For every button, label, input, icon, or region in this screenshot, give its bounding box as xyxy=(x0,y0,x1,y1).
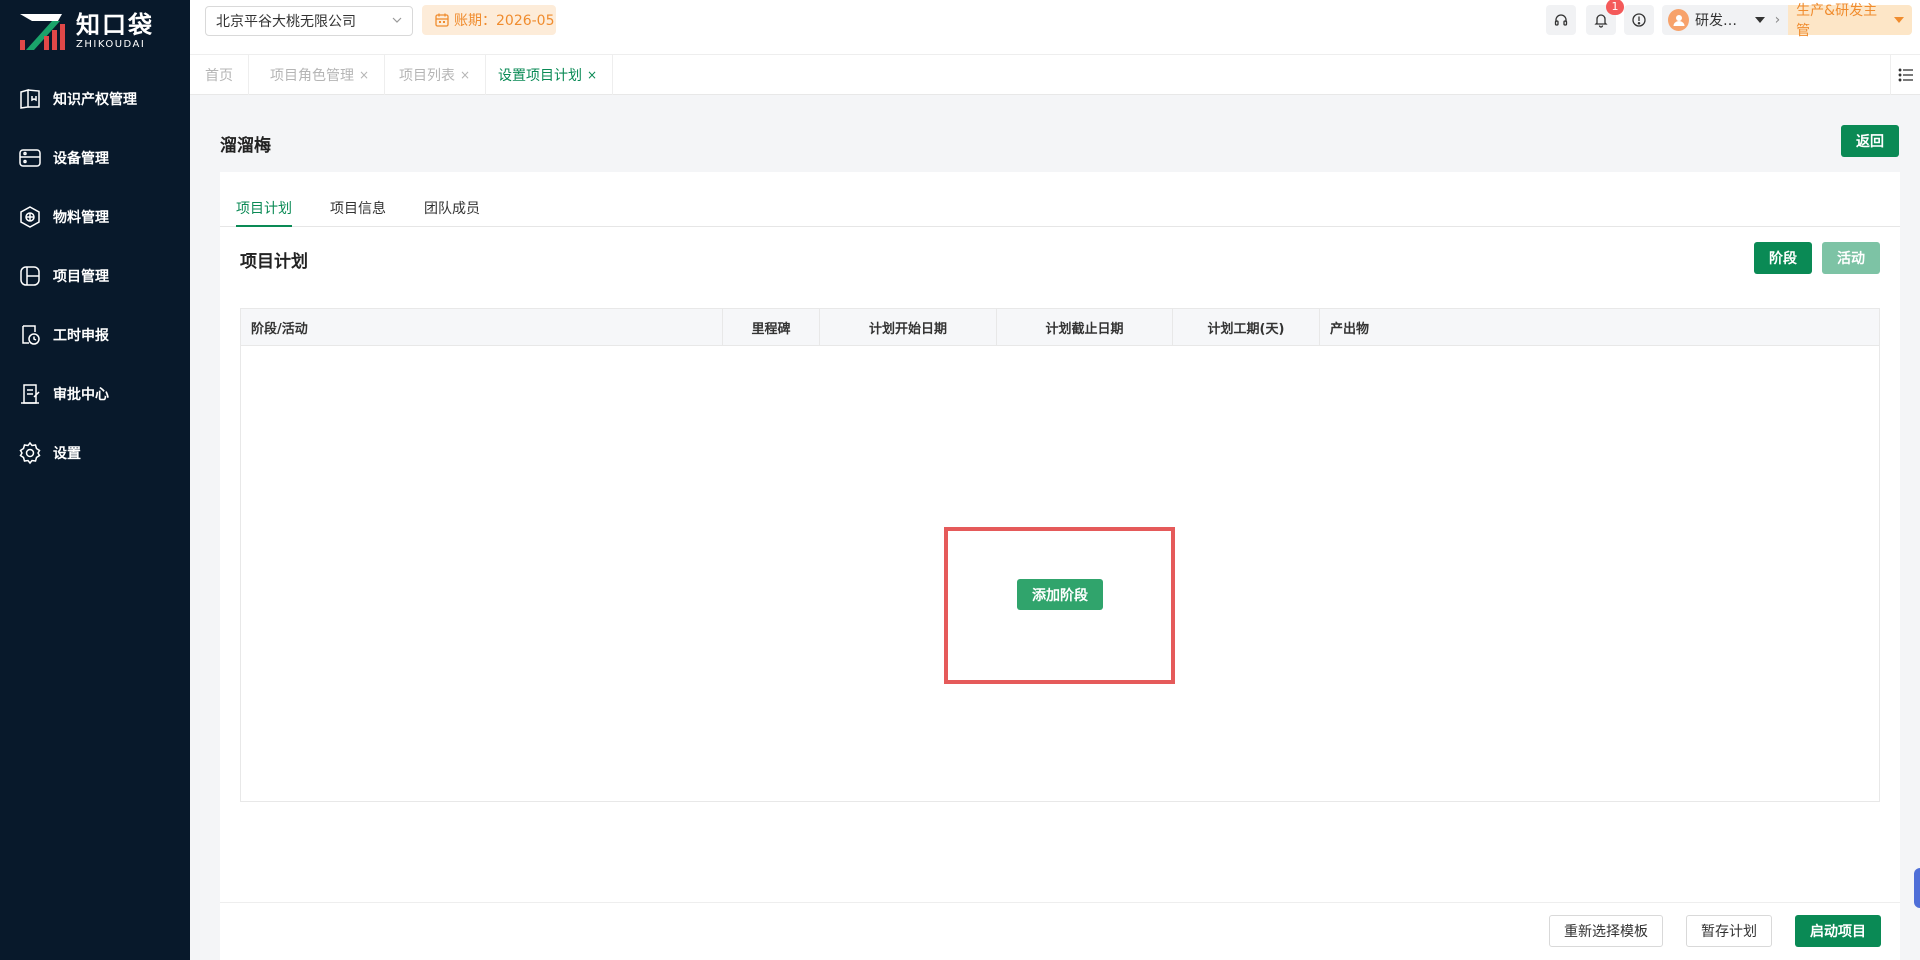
save-draft-button[interactable]: 暂存计划 xyxy=(1686,915,1772,947)
bell-icon xyxy=(1594,14,1608,28)
notification-count-badge: 1 xyxy=(1606,0,1624,15)
column-stage-activity: 阶段/活动 xyxy=(241,309,723,346)
user-menu[interactable]: 研发… › 生产&研发主管 xyxy=(1662,3,1912,39)
book-icon xyxy=(20,88,40,109)
tabs-menu-button[interactable] xyxy=(1890,55,1920,95)
table-header: 阶段/活动 里程碑 计划开始日期 计划截止日期 计划工期(天) 产出物 xyxy=(241,309,1879,346)
sidebar-item-timesheet[interactable]: 工时申报 xyxy=(0,305,190,364)
info-button[interactable] xyxy=(1624,5,1654,35)
section-title: 项目计划 xyxy=(240,252,308,272)
column-planned-start: 计划开始日期 xyxy=(820,309,997,346)
approval-icon xyxy=(21,383,40,404)
column-planned-duration: 计划工期(天) xyxy=(1173,309,1320,346)
headset-icon xyxy=(1554,14,1568,26)
top-header: 北京平谷大桃无限公司 账期：2026-05 1 研发… › 生产&研发主管 xyxy=(190,0,1920,55)
sidebar-item-approval-center[interactable]: 审批中心 xyxy=(0,364,190,423)
tab-project-role-management[interactable]: 项目角色管理 × xyxy=(255,55,386,95)
subtab-project-plan[interactable]: 项目计划 xyxy=(236,198,292,227)
role-name: 生产&研发主管 xyxy=(1796,3,1878,39)
sidebar-item-label: 审批中心 xyxy=(53,386,109,403)
logo-text-cn: 知口袋 xyxy=(76,11,154,39)
box-icon xyxy=(20,205,40,228)
tab-label: 首页 xyxy=(205,68,233,84)
add-stage-button[interactable]: 添加阶段 xyxy=(1017,579,1103,610)
caret-down-icon xyxy=(1894,17,1904,23)
list-icon xyxy=(1898,68,1913,82)
chevron-down-icon xyxy=(392,17,402,23)
project-icon xyxy=(20,265,40,286)
project-subtabs: 项目计划 项目信息 团队成员 xyxy=(220,172,1900,227)
sidebar-item-project-management[interactable]: 项目管理 xyxy=(0,246,190,305)
sidebar-item-label: 工时申报 xyxy=(53,327,109,344)
reselect-template-button[interactable]: 重新选择模板 xyxy=(1549,915,1663,947)
zhikoudai-logo-icon xyxy=(20,14,65,50)
add-stage-top-button[interactable]: 阶段 xyxy=(1754,242,1812,274)
tab-project-list[interactable]: 项目列表 × xyxy=(384,55,487,95)
sidebar-item-label: 物料管理 xyxy=(53,209,109,226)
back-button[interactable]: 返回 xyxy=(1841,125,1899,157)
company-select[interactable]: 北京平谷大桃无限公司 xyxy=(205,6,413,36)
footer-actions: 重新选择模板 暂存计划 启动项目 xyxy=(220,902,1900,960)
tab-label: 项目列表 xyxy=(399,68,455,84)
sidebar-nav: 知识产权管理 设备管理 物料管理 项目管理 工时申报 审批中心 设置 xyxy=(0,69,190,482)
notification-button[interactable]: 1 xyxy=(1586,0,1624,35)
accounting-period-text: 账期：2026-05 xyxy=(454,13,555,29)
support-button[interactable] xyxy=(1546,5,1576,35)
logo[interactable]: 知口袋 ZHIKOUDAI xyxy=(18,10,154,54)
role-select[interactable]: 生产&研发主管 xyxy=(1788,3,1912,39)
sidebar-item-settings[interactable]: 设置 xyxy=(0,423,190,482)
accounting-period-badge[interactable]: 账期：2026-05 xyxy=(422,5,556,35)
page-tabs-bar: 首页 项目角色管理 × 项目列表 × 设置项目计划 × xyxy=(190,55,1920,95)
company-select-value: 北京平谷大桃无限公司 xyxy=(216,14,356,30)
alert-circle-icon xyxy=(1632,13,1646,27)
start-project-button[interactable]: 启动项目 xyxy=(1795,915,1881,947)
sidebar-item-label: 项目管理 xyxy=(53,268,109,285)
sidebar-item-material-management[interactable]: 物料管理 xyxy=(0,187,190,246)
column-deliverables: 产出物 xyxy=(1330,322,1370,337)
user-icon xyxy=(1673,15,1684,26)
user-name: 研发… xyxy=(1695,13,1737,29)
sidebar-item-label: 知识产权管理 xyxy=(53,91,137,108)
add-activity-button[interactable]: 活动 xyxy=(1822,242,1880,274)
device-icon xyxy=(19,148,41,167)
close-icon[interactable]: × xyxy=(587,68,597,82)
column-planned-end: 计划截止日期 xyxy=(997,309,1173,346)
sidebar-item-device-management[interactable]: 设备管理 xyxy=(0,128,190,187)
logo-text-en: ZHIKOUDAI xyxy=(76,39,146,50)
close-icon[interactable]: × xyxy=(359,68,369,82)
sidebar: 知口袋 ZHIKOUDAI 知识产权管理 设备管理 物料管理 项目管理 工时申报… xyxy=(0,0,190,960)
gear-icon xyxy=(19,441,41,464)
page-header: 溜溜梅 返回 xyxy=(220,95,1900,172)
tab-label: 项目角色管理 xyxy=(270,68,354,84)
sidebar-item-label: 设置 xyxy=(53,445,81,462)
timesheet-icon xyxy=(22,324,40,345)
subtab-team-members[interactable]: 团队成员 xyxy=(424,198,480,227)
tab-set-project-plan[interactable]: 设置项目计划 × xyxy=(483,55,614,95)
tab-home[interactable]: 首页 xyxy=(190,55,249,95)
sidebar-item-label: 设备管理 xyxy=(53,150,109,167)
floating-widget-handle[interactable] xyxy=(1914,868,1920,908)
avatar xyxy=(1668,9,1689,31)
subtab-project-info[interactable]: 项目信息 xyxy=(330,198,386,227)
caret-down-icon xyxy=(1754,17,1765,23)
sidebar-item-ip-management[interactable]: 知识产权管理 xyxy=(0,69,190,128)
page-title: 溜溜梅 xyxy=(220,136,271,156)
chevron-right-icon: › xyxy=(1774,12,1781,28)
calendar-icon xyxy=(435,13,449,27)
column-milestone: 里程碑 xyxy=(723,309,820,346)
tab-label: 设置项目计划 xyxy=(498,68,582,84)
close-icon[interactable]: × xyxy=(460,68,470,82)
